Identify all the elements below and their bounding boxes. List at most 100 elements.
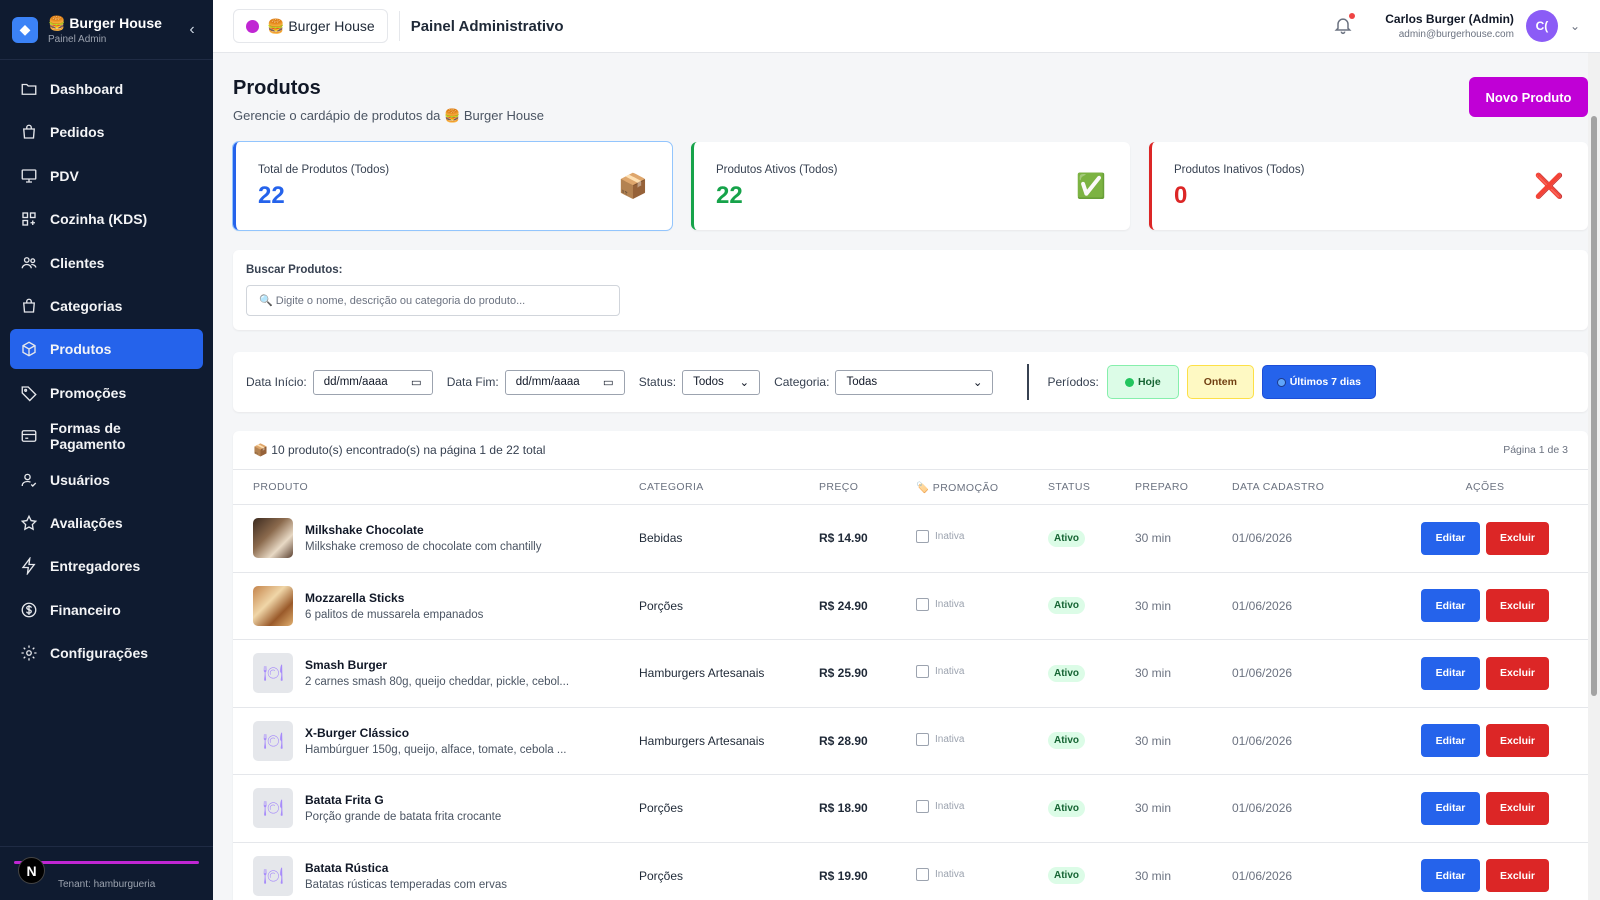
product-name: Mozzarella Sticks: [305, 590, 405, 605]
promotion-checkbox[interactable]: Inativa: [916, 867, 964, 881]
promotion-checkbox[interactable]: Inativa: [916, 530, 965, 544]
sidebar-item-categorias[interactable]: Categorias: [10, 286, 203, 326]
status-select[interactable]: Todos ⌄: [682, 369, 761, 395]
yesterday-period-button[interactable]: Ontem: [1186, 365, 1254, 399]
delete-button[interactable]: Excluir: [1486, 859, 1549, 893]
delete-button[interactable]: Excluir: [1486, 791, 1549, 825]
table-row[interactable]: Milkshake Chocolate Milkshake cremoso de…: [233, 505, 1588, 573]
divider: [398, 11, 400, 41]
checkbox-box: [916, 597, 929, 611]
sidebar-item-configuracoes[interactable]: Configurações: [10, 633, 203, 673]
user-name: Carlos Burger (Admin): [1385, 12, 1514, 26]
checkbox-box: [916, 732, 929, 746]
sidebar-item-avaliacoes[interactable]: Avaliações: [10, 503, 203, 543]
product-price: R$ 24.90: [819, 598, 868, 613]
product-description: Hambúrguer 150g, queijo, alface, tomate,…: [305, 743, 567, 756]
today-period-button[interactable]: Hoje: [1106, 365, 1179, 399]
edit-button[interactable]: Editar: [1421, 859, 1480, 893]
sidebar-item-clientes[interactable]: Clientes: [10, 243, 203, 283]
cross-mark-icon: ❌: [1534, 173, 1564, 200]
sidebar-item-pedidos[interactable]: Pedidos: [10, 112, 203, 152]
table-row[interactable]: 🍽 X-Burger Clássico Hambúrguer 150g, que…: [233, 708, 1588, 775]
header-promotion: 🏷️ PROMOÇÃO: [916, 481, 999, 494]
category-value: Todas: [846, 376, 878, 388]
created-date: 01/06/2026: [1232, 733, 1293, 748]
header-actions: AÇÕES: [1465, 481, 1505, 493]
bag-icon: [20, 297, 38, 315]
utensils-icon: 🍽: [262, 800, 284, 818]
table-header: PRODUTO CATEGORIA PREÇO 🏷️ PROMOÇÃO STAT…: [233, 469, 1588, 505]
delete-button[interactable]: Excluir: [1486, 724, 1549, 758]
created-date: 01/06/2026: [1232, 868, 1293, 883]
store-color-dot: [246, 19, 259, 33]
promotion-state: Inativa: [935, 531, 965, 543]
product-price: R$ 28.90: [819, 733, 868, 748]
sidebar-item-cozinha-kds[interactable]: Cozinha (KDS): [10, 199, 203, 239]
product-price: R$ 18.90: [819, 801, 868, 816]
product-thumbnail: 🍽: [253, 855, 293, 896]
checkbox-box: [916, 665, 929, 679]
delete-button[interactable]: Excluir: [1486, 521, 1549, 555]
sidebar-item-label: Dashboard: [50, 81, 124, 97]
user-info[interactable]: Carlos Burger (Admin) admin@burgerhouse.…: [1385, 12, 1514, 40]
product-price: R$ 25.90: [819, 666, 868, 681]
product-category: Hamburgers Artesanais: [639, 733, 765, 748]
table-row[interactable]: Mozzarella Sticks 6 palitos de mussarela…: [233, 573, 1588, 640]
results-count: 📦 10 produto(s) encontrado(s) na página …: [253, 443, 546, 457]
page-scrollbar[interactable]: [1588, 53, 1600, 900]
store-name: 🍔 Burger House: [267, 17, 375, 34]
search-label: Buscar Produtos:: [246, 264, 343, 276]
product-category: Porções: [639, 598, 684, 613]
sidebar-item-label: Usuários: [50, 471, 110, 488]
edit-button[interactable]: Editar: [1421, 791, 1480, 825]
filters-bar: Data Início: dd/mm/aaaa ▭ Data Fim: dd/m…: [233, 352, 1588, 412]
status-badge: Ativo: [1048, 732, 1085, 750]
promotion-state: Inativa: [935, 801, 965, 813]
calendar-icon: ▭: [602, 377, 614, 389]
edit-button[interactable]: Editar: [1421, 521, 1480, 555]
sidebar-item-dashboard[interactable]: Dashboard: [10, 69, 203, 109]
table-row[interactable]: 🍽 Smash Burger 2 carnes smash 80g, queij…: [233, 640, 1588, 708]
table-row[interactable]: 🍽 Batata Rústica Batatas rústicas temper…: [233, 843, 1588, 900]
store-selector[interactable]: 🍔 Burger House: [233, 9, 388, 43]
promotion-checkbox[interactable]: Inativa: [916, 665, 964, 679]
end-date-input[interactable]: dd/mm/aaaa ▭: [504, 369, 625, 395]
sidebar-item-usuarios[interactable]: Usuários: [10, 460, 203, 500]
sidebar-item-promocoes[interactable]: Promoções: [10, 373, 203, 413]
start-date-input[interactable]: dd/mm/aaaa ▭: [312, 369, 433, 395]
edit-button[interactable]: Editar: [1421, 656, 1480, 690]
sidebar-item-financeiro[interactable]: Financeiro: [10, 590, 203, 630]
chevron-down-icon: ⌄: [972, 377, 983, 389]
table-row[interactable]: 🍽 Batata Frita G Porção grande de batata…: [233, 775, 1588, 843]
today-label: Hoje: [1137, 376, 1161, 388]
utensils-icon: 🍽: [262, 665, 284, 683]
category-select[interactable]: Todas ⌄: [835, 369, 994, 395]
new-product-button[interactable]: Novo Produto: [1469, 77, 1588, 117]
brand-title: 🍔 Burger House: [48, 14, 162, 31]
notifications-bell-icon[interactable]: [1333, 13, 1356, 37]
edit-button[interactable]: Editar: [1421, 589, 1480, 623]
main-content: Produtos Gerencie o cardápio de produtos…: [213, 53, 1588, 900]
sidebar-item-produtos[interactable]: Produtos: [10, 329, 203, 370]
sidebar-item-pdv[interactable]: PDV: [10, 156, 203, 196]
user-menu-chevron-down-icon[interactable]: ⌄: [1570, 19, 1580, 33]
end-date-label: Data Fim:: [446, 375, 499, 389]
scrollbar-thumb[interactable]: [1591, 116, 1597, 696]
promotion-checkbox[interactable]: Inativa: [916, 732, 964, 746]
prep-time: 30 min: [1135, 733, 1172, 748]
promotion-checkbox[interactable]: Inativa: [916, 800, 965, 814]
panel-title: Painel Administrativo: [410, 17, 564, 35]
sidebar-item-entregadores[interactable]: Entregadores: [10, 546, 203, 586]
start-date-value: dd/mm/aaaa: [323, 376, 388, 388]
last-7-days-period-button[interactable]: Últimos 7 dias: [1261, 365, 1376, 399]
collapse-sidebar-icon[interactable]: ‹: [183, 21, 201, 39]
delete-button[interactable]: Excluir: [1486, 589, 1549, 623]
prep-time: 30 min: [1135, 598, 1172, 613]
edit-button[interactable]: Editar: [1421, 724, 1480, 758]
search-input[interactable]: 🔍 Digite o nome, descrição ou categoria …: [246, 285, 620, 316]
sidebar-item-formas-de-pagamento[interactable]: Formas de Pagamento: [10, 416, 203, 456]
tenant-avatar[interactable]: N: [18, 857, 45, 884]
promotion-checkbox[interactable]: Inativa: [916, 597, 964, 611]
user-avatar[interactable]: C(: [1525, 10, 1558, 42]
delete-button[interactable]: Excluir: [1486, 656, 1549, 690]
